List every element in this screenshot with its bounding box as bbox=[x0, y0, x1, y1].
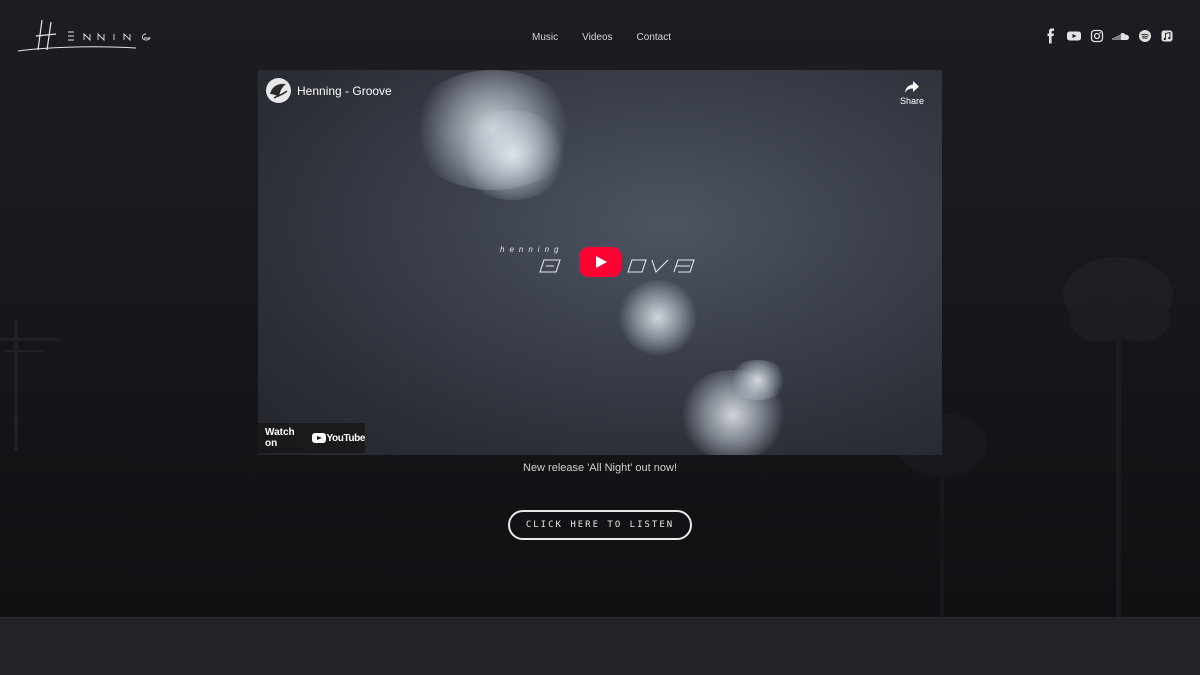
video-overlay-text: henning bbox=[500, 245, 564, 254]
soundcloud-icon[interactable] bbox=[1112, 28, 1130, 44]
hero-section: Music Videos Contact Henning - Groove Sh… bbox=[0, 0, 1200, 617]
share-label: Share bbox=[899, 96, 925, 106]
nav-item-videos[interactable]: Videos bbox=[570, 28, 624, 48]
watch-on-label: Watch on bbox=[265, 427, 295, 449]
apple-music-icon[interactable] bbox=[1160, 28, 1174, 44]
nav-item-contact[interactable]: Contact bbox=[625, 28, 683, 48]
share-arrow-icon bbox=[905, 81, 919, 93]
utility-pole-silhouette bbox=[0, 320, 60, 450]
footer-band bbox=[0, 617, 1200, 675]
video-title[interactable]: Henning - Groove bbox=[297, 84, 392, 98]
nav-item-music[interactable]: Music bbox=[520, 28, 570, 48]
video-frame-cloud bbox=[618, 280, 698, 355]
spotify-icon[interactable] bbox=[1138, 28, 1152, 44]
main-nav: Music Videos Contact bbox=[520, 28, 683, 48]
youtube-wordmark: YouTube bbox=[326, 432, 366, 444]
channel-avatar[interactable] bbox=[266, 78, 291, 103]
page: Music Videos Contact Henning - Groove Sh… bbox=[0, 0, 1200, 675]
release-caption: New release 'All Night' out now! bbox=[523, 462, 677, 474]
video-frame-cloud bbox=[728, 360, 788, 400]
social-links bbox=[1044, 28, 1174, 44]
play-icon bbox=[596, 256, 607, 268]
youtube-play-icon bbox=[311, 433, 326, 443]
palm-tree-silhouette bbox=[1063, 257, 1173, 617]
youtube-logo: YouTube bbox=[311, 432, 366, 444]
henning-logo[interactable] bbox=[16, 16, 176, 56]
instagram-icon[interactable] bbox=[1090, 28, 1104, 44]
youtube-icon[interactable] bbox=[1066, 28, 1082, 44]
video-frame-cloud bbox=[458, 110, 568, 200]
play-button[interactable] bbox=[579, 247, 621, 277]
facebook-icon[interactable] bbox=[1044, 28, 1058, 44]
youtube-embed[interactable]: Henning - Groove Share henning Watch on bbox=[258, 70, 942, 455]
listen-button[interactable]: CLICK HERE TO LISTEN bbox=[508, 510, 692, 540]
watch-on-youtube-button[interactable]: Watch on YouTube bbox=[258, 423, 365, 453]
share-button[interactable]: Share bbox=[894, 80, 930, 106]
